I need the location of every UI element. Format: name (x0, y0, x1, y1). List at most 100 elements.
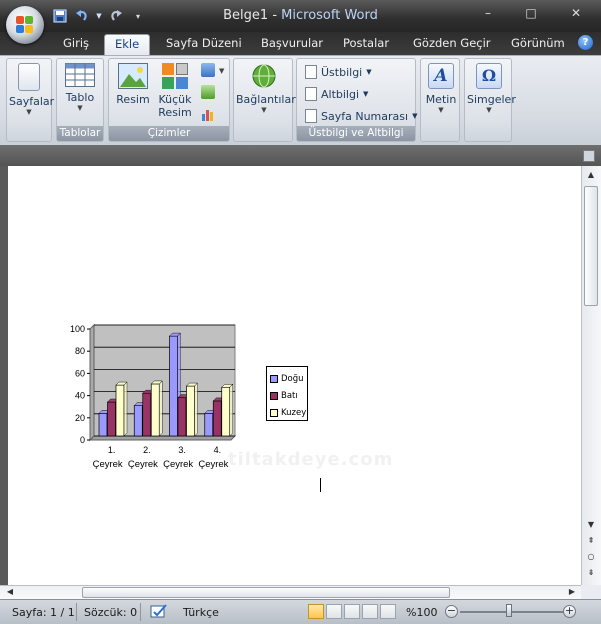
page-number-icon (305, 109, 317, 123)
document-page[interactable]: tiltakdeye.com 0 20 40 60 80 100 1. Çeyrek 2. Çey… (8, 166, 581, 585)
outline-view-icon[interactable] (362, 604, 378, 619)
document-name: Belge1 (223, 8, 269, 23)
previous-page-icon[interactable]: ⇞ (583, 536, 599, 545)
status-bar: Sayfa: 1 / 1 Sözcük: 0 Türkçe %100 − + (0, 599, 601, 624)
zoom-out-button[interactable]: − (445, 605, 458, 618)
bar-doğu (98, 413, 108, 437)
picture-button[interactable]: Resim (113, 61, 153, 125)
plot-side-wall (89, 323, 95, 442)
tab-references[interactable]: Başvurular (261, 36, 323, 50)
zoom-in-button[interactable]: + (563, 605, 576, 618)
table-button[interactable]: Tablo ▼ (59, 61, 101, 125)
chevron-down-icon: ▼ (26, 108, 32, 116)
group-pages: Sayfalar ▼ (6, 58, 54, 142)
app-name: Microsoft Word (281, 8, 378, 23)
status-divider (140, 603, 141, 621)
draft-view-icon[interactable] (380, 604, 396, 619)
ribbon-tabs: Giriş Ekle Sayfa Düzeni Başvurular Posta… (0, 32, 601, 56)
zoom-slider-thumb[interactable] (506, 604, 512, 617)
group-illustrations: Resim Küçük Resim ▼ Çizimler (108, 58, 230, 142)
chevron-down-icon: ▼ (77, 104, 83, 112)
vertical-scroll-thumb[interactable] (584, 186, 598, 306)
tab-home[interactable]: Giriş (63, 36, 89, 50)
header-button[interactable]: Üstbilgi ▼ (305, 63, 372, 81)
scroll-up-icon[interactable]: ▲ (583, 170, 599, 179)
next-page-icon[interactable]: ⇟ (583, 568, 599, 577)
chevron-down-icon: ▼ (412, 112, 418, 120)
bar-batı (142, 392, 152, 437)
group-header-footer: Üstbilgi ▼ Altbilgi ▼ Sayfa Numarası ▼ Ü… (296, 58, 417, 142)
y-tick-label: 100 (70, 324, 85, 334)
legend-label: Doğu (281, 373, 304, 384)
group-links: Bağlantılar ▼ (233, 58, 296, 142)
bar-batı (177, 397, 187, 437)
bar-side (194, 382, 198, 437)
scroll-left-icon[interactable]: ◀ (2, 587, 18, 596)
horizontal-scroll-thumb[interactable] (82, 587, 450, 598)
embedded-chart[interactable]: 0 20 40 60 80 100 1. Çeyrek 2. Çeyrek 3. Çeyrek 4. Çe… (48, 316, 258, 476)
scroll-down-icon[interactable]: ▼ (583, 520, 599, 529)
tab-review[interactable]: Gözden Geçir (413, 36, 491, 50)
chart-icon[interactable] (201, 107, 215, 121)
zoom-slider[interactable] (460, 611, 564, 613)
group-label-header-footer: Üstbilgi ve Altbilgi (297, 126, 415, 141)
legend-label: Kuzey (281, 407, 307, 418)
save-icon[interactable] (52, 8, 68, 24)
view-ruler-button[interactable] (583, 150, 595, 162)
shapes-dropdown-icon[interactable]: ▼ (219, 67, 233, 81)
legend-item: Batı (270, 387, 307, 404)
symbols-button[interactable]: Ω Simgeler ▼ (467, 61, 516, 125)
maximize-button[interactable]: □ (518, 6, 544, 20)
x-tick-label: Çeyrek (128, 459, 158, 470)
page-number-button[interactable]: Sayfa Numarası ▼ (305, 107, 417, 125)
web-layout-view-icon[interactable] (344, 604, 360, 619)
word-count[interactable]: Sözcük: 0 (84, 606, 137, 619)
title-bar: Belge1 - Microsoft Word ▼ ▾ – □ ✕ (0, 0, 601, 32)
customize-icon[interactable]: ▾ (130, 8, 146, 24)
clipart-button[interactable]: Küçük Resim (155, 61, 195, 125)
page-count[interactable]: Sayfa: 1 / 1 (12, 606, 75, 619)
scroll-right-icon[interactable]: ▶ (564, 587, 580, 596)
bar-side (123, 381, 128, 437)
pages-button[interactable]: Sayfalar ▼ (9, 61, 54, 125)
horizontal-scrollbar[interactable]: ◀ ▶ (0, 585, 581, 599)
close-button[interactable]: ✕ (563, 6, 589, 20)
header-icon (305, 65, 317, 79)
undo-dropdown-icon[interactable]: ▼ (96, 8, 102, 24)
group-text: A Metin ▼ (420, 58, 460, 142)
minimize-button[interactable]: – (475, 6, 501, 20)
shapes-icon[interactable] (201, 63, 215, 77)
chevron-down-icon: ▼ (261, 106, 267, 114)
chevron-down-icon: ▼ (363, 90, 369, 98)
tab-page-layout[interactable]: Sayfa Düzeni (166, 36, 242, 50)
legend-swatch-bati (270, 391, 278, 400)
tab-mailings[interactable]: Postalar (343, 36, 389, 50)
undo-icon[interactable] (74, 8, 90, 24)
links-button[interactable]: Bağlantılar ▼ (236, 61, 296, 125)
bar-kuzey (186, 385, 195, 437)
vertical-scrollbar[interactable]: ▲ ▼ ⇞ ○ ⇟ (581, 166, 601, 585)
legend-label: Batı (281, 390, 298, 401)
clipart-label: Küçük Resim (155, 93, 195, 119)
footer-button[interactable]: Altbilgi ▼ (305, 85, 368, 103)
smartart-icon[interactable] (201, 85, 215, 99)
group-label-tables: Tablolar (57, 126, 103, 141)
link-icon (251, 63, 277, 89)
help-icon[interactable]: ? (578, 35, 593, 50)
proofing-icon[interactable] (150, 604, 168, 622)
office-button[interactable] (6, 6, 44, 44)
symbols-label: Simgeler (467, 93, 516, 106)
tab-view[interactable]: Görünüm (511, 36, 565, 50)
clipart-icon (162, 63, 188, 89)
bar-batı (212, 400, 222, 437)
language[interactable]: Türkçe (183, 606, 219, 619)
tab-insert[interactable]: Ekle (104, 34, 151, 56)
redo-icon[interactable] (108, 8, 124, 24)
zoom-level[interactable]: %100 (406, 606, 437, 619)
legend-swatch-dogu (270, 374, 278, 383)
browse-object-icon[interactable]: ○ (583, 552, 599, 561)
legend-item: Kuzey (270, 404, 307, 421)
full-screen-reading-view-icon[interactable] (326, 604, 342, 619)
text-button[interactable]: A Metin ▼ (422, 61, 460, 125)
print-layout-view-icon[interactable] (308, 604, 324, 619)
